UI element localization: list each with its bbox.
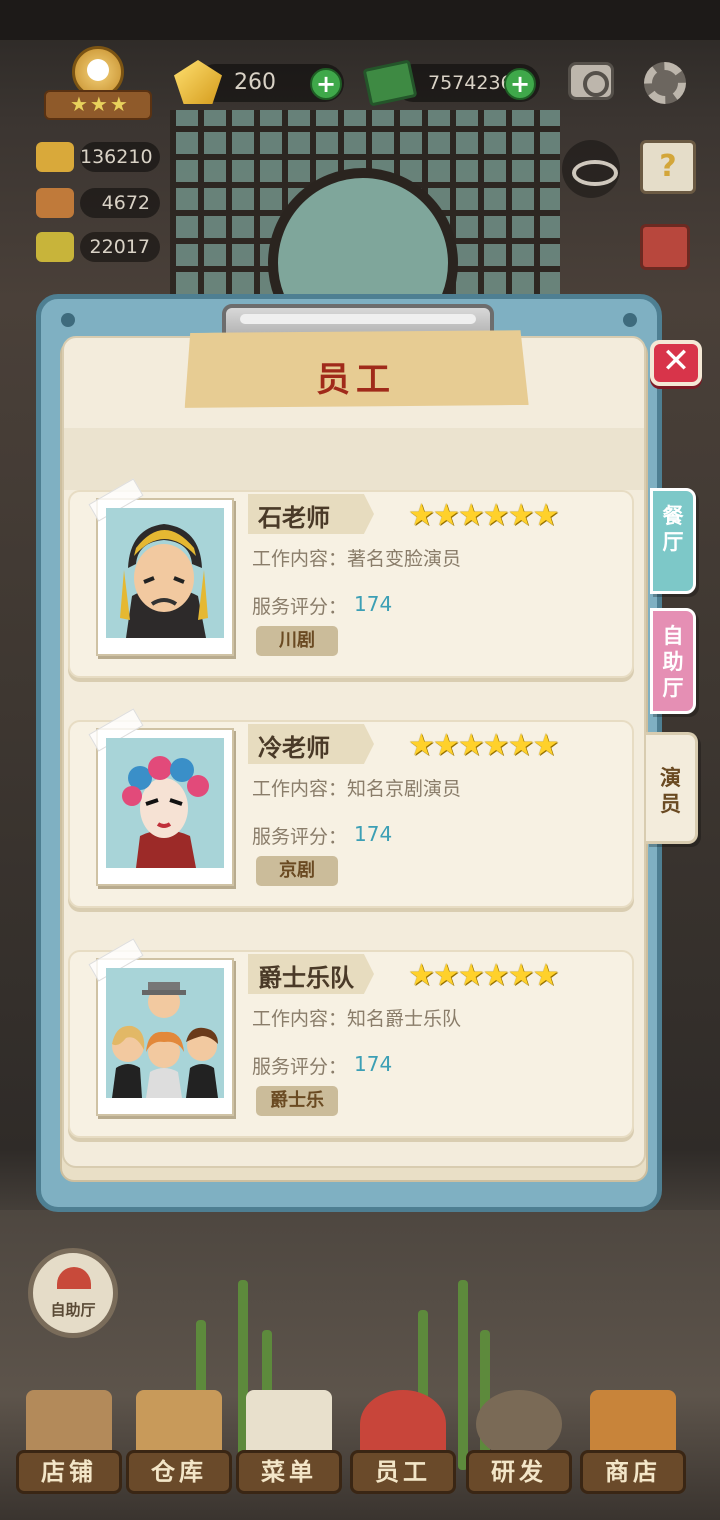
ceiling-beam	[0, 0, 720, 40]
tab-performers-label: 演 员	[660, 766, 681, 816]
add-gems-button[interactable]: +	[310, 68, 342, 100]
star-rating: ★★★★★★	[408, 728, 559, 763]
opera-singer-portrait-icon	[106, 738, 224, 868]
job-value: 知名爵士乐队	[347, 1008, 462, 1030]
star-rating: ★★★★★★	[408, 498, 559, 533]
cooking-pot-icon	[476, 1390, 562, 1458]
dish-icon	[36, 188, 74, 218]
score-label: 服务评分：	[252, 596, 348, 618]
employee-name: 爵士乐队	[258, 964, 354, 992]
gem-count: 260	[234, 70, 276, 95]
job-label: 工作内容：	[252, 778, 348, 800]
dialog-title: 员工	[316, 360, 396, 400]
job-description: 工作内容：著名变脸演员	[252, 544, 461, 571]
star-rating: ★★★★★★	[408, 958, 559, 993]
camera-button[interactable]	[568, 62, 614, 100]
stat-ticket: 22017	[80, 232, 160, 262]
tab-restaurant[interactable]: 餐 厅	[650, 488, 696, 594]
nav-menu[interactable]: 菜单	[236, 1390, 342, 1520]
nav-research[interactable]: 研发	[466, 1390, 572, 1520]
shop-building-icon	[26, 1390, 112, 1458]
nav-warehouse[interactable]: 仓库	[126, 1390, 232, 1520]
nav-shop-label: 店铺	[16, 1450, 122, 1494]
recipe-book-icon[interactable]	[640, 224, 690, 270]
employee-portrait	[88, 938, 234, 1116]
job-label: 工作内容：	[252, 548, 348, 570]
staff-avatar-icon	[360, 1390, 446, 1458]
tab-restaurant-label: 餐 厅	[662, 504, 684, 554]
cloche-icon	[57, 1267, 91, 1289]
stat-pot: 136210	[80, 142, 160, 172]
nav-research-label: 研发	[466, 1450, 572, 1494]
buffet-hall-button[interactable]: 自助厅	[28, 1248, 118, 1338]
score-value: 174	[354, 592, 393, 616]
employee-name: 石老师	[258, 504, 330, 532]
tab-buffet-label: 自 助 厅	[662, 624, 684, 700]
job-description: 工作内容：知名京剧演员	[252, 774, 461, 801]
menu-clipboard-icon	[246, 1390, 332, 1458]
paper-band	[64, 428, 644, 490]
score-label: 服务评分：	[252, 1056, 348, 1078]
store-front-icon	[590, 1390, 676, 1458]
job-description: 工作内容：知名爵士乐队	[252, 1004, 461, 1031]
add-cash-button[interactable]: +	[504, 68, 536, 100]
nav-menu-label: 菜单	[236, 1450, 342, 1494]
stat-dish: 4672	[80, 188, 160, 218]
employee-portrait	[88, 478, 234, 656]
job-value: 著名变脸演员	[347, 548, 462, 570]
employee-card[interactable]: 冷老师 ★★★★★★ 工作内容：知名京剧演员 服务评分： 174 京剧	[68, 708, 634, 908]
jazz-band-portrait-icon	[106, 968, 224, 1098]
settings-gear-icon[interactable]	[644, 62, 686, 104]
nav-shop[interactable]: 店铺	[16, 1390, 122, 1520]
genre-tag: 爵士乐	[256, 1086, 338, 1116]
score-label: 服务评分：	[252, 826, 348, 848]
nav-store-label: 商店	[580, 1450, 686, 1494]
screw	[623, 313, 637, 327]
job-value: 知名京剧演员	[347, 778, 462, 800]
cash-count: 7574236	[428, 72, 513, 94]
genre-tag: 川剧	[256, 626, 338, 656]
eye-icon[interactable]	[562, 140, 620, 198]
employee-name: 冷老师	[258, 734, 330, 762]
tab-buffet[interactable]: 自 助 厅	[650, 608, 696, 714]
nav-warehouse-label: 仓库	[126, 1450, 232, 1494]
nav-staff-label: 员工	[350, 1450, 456, 1494]
close-button[interactable]: ✕	[650, 340, 702, 386]
pot-icon	[36, 142, 74, 172]
genre-tag: 京剧	[256, 856, 338, 886]
tab-performers[interactable]: 演 员	[646, 732, 698, 844]
job-label: 工作内容：	[252, 1008, 348, 1030]
badge-stars: ★★★	[70, 92, 130, 116]
buffet-hall-label: 自助厅	[50, 1301, 96, 1319]
employee-card[interactable]: 爵士乐队 ★★★★★★ 工作内容：知名爵士乐队 服务评分： 174 爵士乐	[68, 938, 634, 1138]
employee-card[interactable]: 石老师 ★★★★★★ 工作内容：著名变脸演员 服务评分： 174 川剧	[68, 478, 634, 678]
crate-icon	[136, 1390, 222, 1458]
chef-level-badge[interactable]: ★★★	[36, 46, 158, 126]
nav-store[interactable]: 商店	[580, 1390, 686, 1520]
employee-portrait	[88, 708, 234, 886]
ticket-icon	[36, 232, 74, 262]
help-book-icon[interactable]: ?	[640, 140, 696, 194]
nav-staff[interactable]: 员工	[350, 1390, 456, 1520]
score-value: 174	[354, 1052, 393, 1076]
screw	[61, 313, 75, 327]
face-changer-portrait-icon	[106, 508, 224, 638]
score-value: 174	[354, 822, 393, 846]
